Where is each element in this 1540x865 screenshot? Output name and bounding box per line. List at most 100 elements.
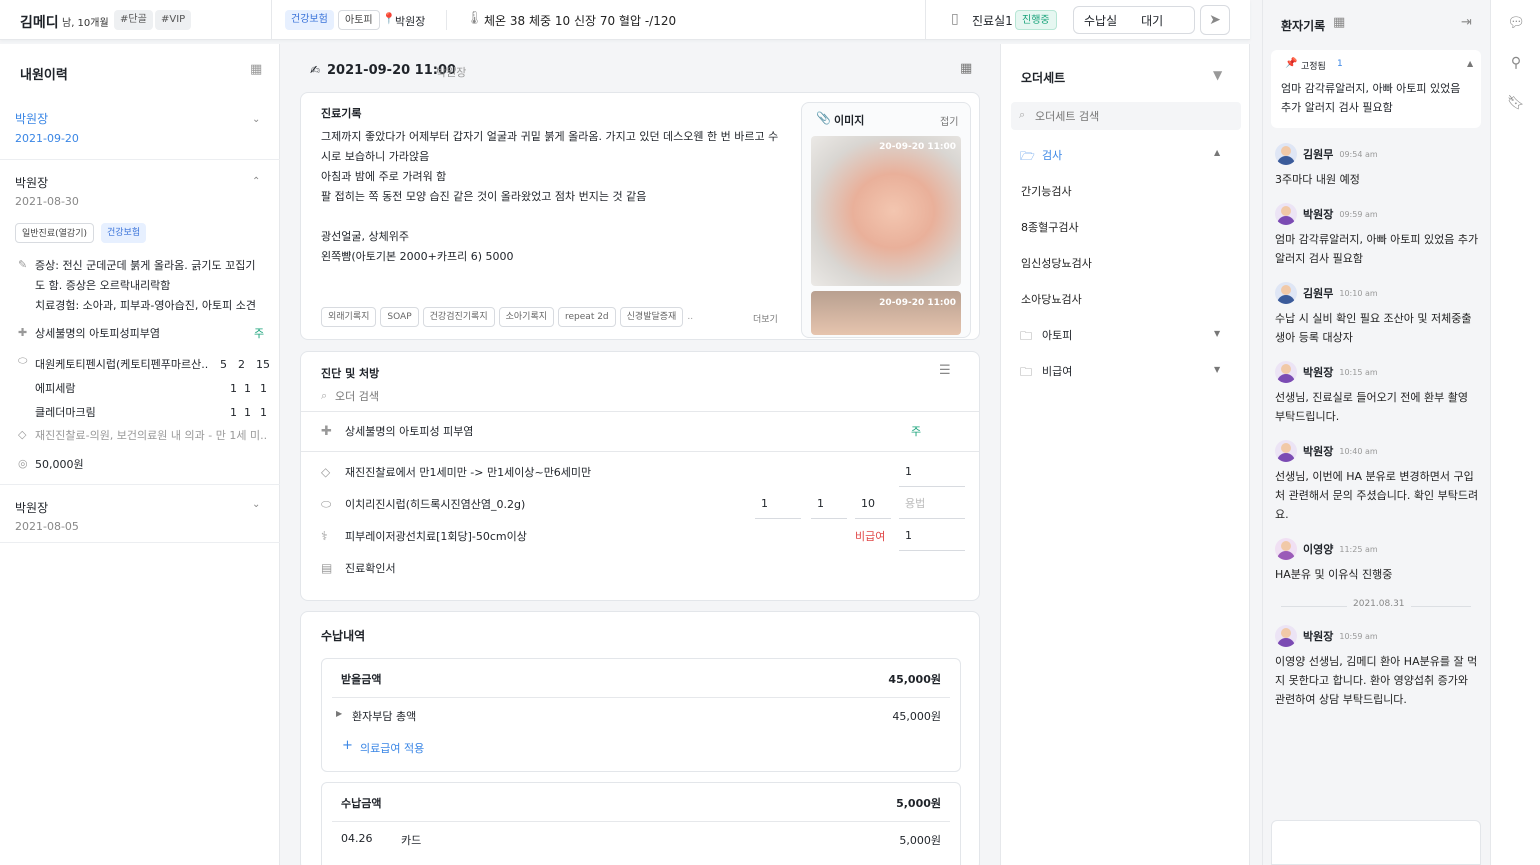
tag-regular[interactable]: #단골 bbox=[114, 10, 153, 30]
chevron-down-icon[interactable]: ⌄ bbox=[252, 499, 260, 510]
order-row[interactable]: ⚕ 피부레이저광선치료[1회당]-50cm이상 비급여 1 bbox=[301, 520, 979, 552]
caret-right-icon[interactable]: ▶ bbox=[336, 709, 342, 718]
caret-up-icon[interactable]: ▲ bbox=[1214, 148, 1220, 157]
dose-input[interactable]: 1 bbox=[755, 489, 801, 519]
caret-up-icon[interactable]: ▲ bbox=[1467, 59, 1473, 68]
message-input[interactable] bbox=[1271, 820, 1481, 865]
tag-vip[interactable]: #VIP bbox=[155, 10, 192, 30]
times-input[interactable]: 1 bbox=[811, 489, 847, 519]
med-times: 1 bbox=[244, 382, 251, 395]
pill-icon: ⬭ bbox=[321, 496, 332, 511]
chat-message: 이영양 11:25 am HA분유 및 이유식 진행중 bbox=[1275, 537, 1480, 584]
medication-row: 대원케토티펜시럽(케토티펜푸마르산.. 5 2 15 bbox=[35, 353, 270, 377]
medication-row: 클레더마크림 1 1 1 bbox=[35, 401, 270, 425]
orderset-item[interactable]: 8종혈구검사 bbox=[1021, 219, 1079, 235]
record-text[interactable]: 그제까지 좋았다가 어제부터 갑자기 얼굴과 귀밑 붉게 올라옴. 가지고 있던… bbox=[321, 127, 791, 267]
chat-message: 박원장 10:40 am 선생님, 이번에 HA 분유로 변경하면서 구입처 관련… bbox=[1275, 439, 1480, 524]
payment-card: 수납내역 받을금액 45,000원 ▶ 환자부담 총액 45,000원 + 의료… bbox=[300, 611, 980, 865]
paid-date: 04.26 bbox=[341, 832, 373, 845]
sender-name: 박원장 bbox=[1303, 445, 1334, 458]
chevron-down-icon[interactable]: ⌄ bbox=[252, 114, 260, 125]
more-link[interactable]: 더보기 bbox=[753, 312, 778, 325]
visit-history-panel: 내원이력 ▦ 박원장 2021-09-20 ⌄ 박원장 2021-08-30 ⌃… bbox=[0, 44, 280, 865]
caret-down-icon[interactable]: ▼ bbox=[1214, 365, 1220, 374]
sender-name: 박원장 bbox=[1303, 630, 1334, 643]
plus-icon[interactable]: + bbox=[342, 738, 353, 753]
bookmark-icon[interactable]: 🔖︎ bbox=[1506, 95, 1526, 115]
med-days: 15 bbox=[256, 358, 270, 371]
avatar bbox=[1275, 538, 1297, 560]
doctor-name: 박원장 bbox=[395, 15, 426, 28]
orderset-search-input[interactable] bbox=[1035, 106, 1235, 126]
days-input[interactable]: 10 bbox=[855, 489, 891, 519]
caret-down-icon[interactable]: ▼ bbox=[1214, 329, 1220, 338]
apply-medical-aid-button[interactable]: 의료급여 적용 bbox=[360, 740, 424, 756]
template-chip[interactable]: SOAP bbox=[380, 307, 419, 327]
chips-ellipsis: .. bbox=[687, 312, 694, 322]
order-name: 재진진찰료에서 만1세미만 -> 만1세이상~만6세미만 bbox=[345, 466, 592, 479]
clinical-photo[interactable]: 20-09-20 11:00 bbox=[811, 291, 961, 335]
order-row[interactable]: ▤ 진료확인서 bbox=[301, 552, 979, 584]
fold-button[interactable]: 접기 bbox=[940, 113, 958, 128]
visit-item-3[interactable]: 박원장 2021-08-05 ⌄ bbox=[0, 485, 280, 543]
pin-icon[interactable]: ⚲ bbox=[1506, 55, 1526, 75]
qty-input[interactable]: 1 bbox=[899, 457, 965, 487]
template-chip[interactable]: 외래기록지 bbox=[321, 307, 377, 327]
template-chip[interactable]: 건강검진기록지 bbox=[422, 307, 495, 327]
paid-label: 수납금액 bbox=[341, 797, 382, 810]
clinical-photo[interactable]: 20-09-20 11:00 bbox=[811, 136, 961, 286]
visit-amount: 50,000원 bbox=[35, 458, 84, 471]
list-filter-icon[interactable]: ☰ bbox=[939, 363, 951, 378]
pinned-label: 고정됨 bbox=[1301, 62, 1326, 72]
visit-doctor: 박원장 bbox=[15, 112, 49, 126]
visit-item-2[interactable]: 박원장 2021-08-30 ⌃ 일반진료(열감기) 건강보험 ✎ 증상: 전신… bbox=[0, 160, 280, 485]
record-header: ✍ 2021-09-20 11:00 박원장 ▦ bbox=[300, 52, 980, 88]
calendar-icon[interactable]: ▦ bbox=[1333, 15, 1345, 30]
paid-amount: 5,000원 bbox=[899, 834, 941, 847]
folder-label[interactable]: 검사 bbox=[1042, 147, 1062, 163]
record-line bbox=[321, 207, 791, 227]
fee-item: 재진진찰료-의원, 보건의료원 내 의과 - 만 1세 미.. bbox=[35, 429, 268, 442]
orderset-item[interactable]: 임신성당뇨검사 bbox=[1021, 255, 1092, 271]
coin-icon: ◎ bbox=[18, 457, 28, 470]
order-search-input[interactable] bbox=[335, 386, 635, 406]
symptom-line: 치료경험: 소아과, 피부과-영아습진, 아토피 소견 bbox=[35, 299, 256, 312]
order-row[interactable]: ◇ 재진진찰료에서 만1세미만 -> 만1세이상~만6세미만 1 bbox=[301, 456, 979, 488]
template-chip[interactable]: 신경발달증재 bbox=[619, 307, 684, 327]
visit-item-1[interactable]: 박원장 2021-09-20 ⌄ bbox=[0, 102, 280, 160]
orderset-item[interactable]: 간기능검사 bbox=[1021, 183, 1072, 199]
divider bbox=[301, 451, 979, 452]
destination-dropdown[interactable]: 수납실 대기 bbox=[1073, 6, 1195, 34]
med-name: 대원케토티펜시럽(케토티펜푸마르산.. bbox=[35, 358, 209, 371]
usage-input[interactable]: 용법 bbox=[899, 489, 965, 519]
send-button[interactable]: ➤ bbox=[1200, 5, 1230, 35]
chat-bubble-icon[interactable]: 💬︎ bbox=[1506, 15, 1526, 35]
orderset-search[interactable]: ⌕ bbox=[1011, 102, 1241, 130]
template-chip[interactable]: repeat 2d bbox=[558, 307, 616, 327]
pinned-note[interactable]: 📌 고정됨 1 ▲ 엄마 감각류알러지, 아빠 아토피 있었음 추가 알러지 검… bbox=[1271, 50, 1481, 128]
order-row[interactable]: ⬭ 이치리진시럽(히드록시진염산염_0.2g) 1 1 10 용법 bbox=[301, 488, 979, 520]
chat-message: 박원장 09:59 am 엄마 감각류알러지, 아빠 아토피 있었음 추가 알러지… bbox=[1275, 202, 1480, 268]
symptom-line: 증상: 전신 군데군데 붉게 올라옴. 긁기도 꼬집기 bbox=[35, 259, 256, 272]
chevron-up-icon[interactable]: ⌃ bbox=[252, 176, 260, 187]
folder-label[interactable]: 비급여 bbox=[1042, 363, 1072, 379]
collapse-icon[interactable]: ⇥ bbox=[1461, 15, 1472, 30]
pinned-count: 1 bbox=[1337, 59, 1343, 69]
calendar-icon[interactable]: ▦ bbox=[250, 62, 262, 77]
order-row[interactable]: ✚ 상세불명의 아토피성 피부염 주 bbox=[301, 415, 979, 447]
order-name: 피부레이저광선치료[1회당]-50cm이상 bbox=[345, 530, 527, 543]
qty-input[interactable]: 1 bbox=[899, 521, 965, 551]
divider bbox=[301, 411, 979, 412]
folder-label[interactable]: 아토피 bbox=[1042, 327, 1072, 343]
grid-icon[interactable]: ▦ bbox=[960, 61, 972, 76]
med-qty: 1 bbox=[230, 382, 237, 395]
filter-icon[interactable]: ▼ bbox=[1213, 68, 1222, 82]
record-line: 시로 보습하니 가라앉음 bbox=[321, 150, 430, 163]
message-text: 수납 시 실비 확인 필요 조산아 및 저체중출생아 등록 대상자 bbox=[1275, 312, 1472, 344]
orderset-item[interactable]: 소아당뇨검사 bbox=[1021, 291, 1082, 307]
template-chip[interactable]: 소아기록지 bbox=[498, 307, 555, 327]
message-time: 10:10 am bbox=[1339, 288, 1378, 298]
patient-name: 김메디 bbox=[20, 15, 59, 31]
message-text: 엄마 감각류알러지, 아빠 아토피 있었음 추가 알러지 검사 필요함 bbox=[1275, 233, 1479, 265]
record-line: 그제까지 좋았다가 어제부터 갑자기 얼굴과 귀밑 붉게 올라옴. 가지고 있던… bbox=[321, 130, 779, 143]
